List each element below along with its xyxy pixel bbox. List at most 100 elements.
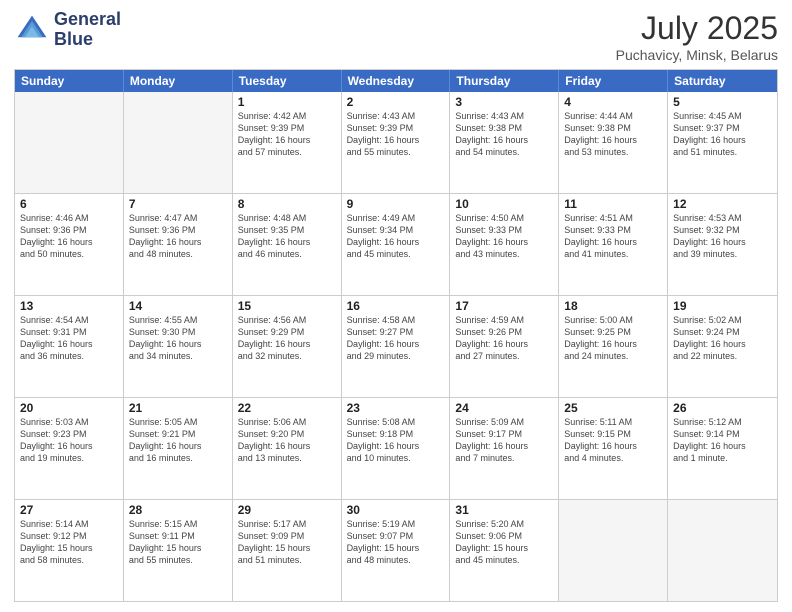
day-info: Sunrise: 4:58 AM Sunset: 9:27 PM Dayligh… <box>347 314 445 363</box>
day-cell-6: 6Sunrise: 4:46 AM Sunset: 9:36 PM Daylig… <box>15 194 124 295</box>
day-number: 11 <box>564 197 662 211</box>
logo: General Blue <box>14 10 121 50</box>
day-number: 26 <box>673 401 772 415</box>
day-info: Sunrise: 5:08 AM Sunset: 9:18 PM Dayligh… <box>347 416 445 465</box>
day-cell-25: 25Sunrise: 5:11 AM Sunset: 9:15 PM Dayli… <box>559 398 668 499</box>
calendar-row-4: 20Sunrise: 5:03 AM Sunset: 9:23 PM Dayli… <box>15 397 777 499</box>
day-cell-9: 9Sunrise: 4:49 AM Sunset: 9:34 PM Daylig… <box>342 194 451 295</box>
day-number: 15 <box>238 299 336 313</box>
day-info: Sunrise: 4:46 AM Sunset: 9:36 PM Dayligh… <box>20 212 118 261</box>
day-info: Sunrise: 5:17 AM Sunset: 9:09 PM Dayligh… <box>238 518 336 567</box>
empty-cell <box>15 92 124 193</box>
day-info: Sunrise: 5:12 AM Sunset: 9:14 PM Dayligh… <box>673 416 772 465</box>
day-cell-30: 30Sunrise: 5:19 AM Sunset: 9:07 PM Dayli… <box>342 500 451 601</box>
location: Puchavicy, Minsk, Belarus <box>616 47 778 63</box>
day-cell-4: 4Sunrise: 4:44 AM Sunset: 9:38 PM Daylig… <box>559 92 668 193</box>
day-cell-14: 14Sunrise: 4:55 AM Sunset: 9:30 PM Dayli… <box>124 296 233 397</box>
day-info: Sunrise: 4:54 AM Sunset: 9:31 PM Dayligh… <box>20 314 118 363</box>
day-info: Sunrise: 5:15 AM Sunset: 9:11 PM Dayligh… <box>129 518 227 567</box>
logo-line2: Blue <box>54 30 121 50</box>
day-number: 21 <box>129 401 227 415</box>
header-day-wednesday: Wednesday <box>342 70 451 92</box>
day-number: 17 <box>455 299 553 313</box>
header-day-friday: Friday <box>559 70 668 92</box>
header-day-monday: Monday <box>124 70 233 92</box>
day-number: 29 <box>238 503 336 517</box>
empty-cell <box>124 92 233 193</box>
day-cell-11: 11Sunrise: 4:51 AM Sunset: 9:33 PM Dayli… <box>559 194 668 295</box>
day-cell-28: 28Sunrise: 5:15 AM Sunset: 9:11 PM Dayli… <box>124 500 233 601</box>
day-cell-8: 8Sunrise: 4:48 AM Sunset: 9:35 PM Daylig… <box>233 194 342 295</box>
day-cell-1: 1Sunrise: 4:42 AM Sunset: 9:39 PM Daylig… <box>233 92 342 193</box>
day-number: 19 <box>673 299 772 313</box>
day-info: Sunrise: 4:51 AM Sunset: 9:33 PM Dayligh… <box>564 212 662 261</box>
day-number: 7 <box>129 197 227 211</box>
day-info: Sunrise: 4:43 AM Sunset: 9:38 PM Dayligh… <box>455 110 553 159</box>
day-info: Sunrise: 5:11 AM Sunset: 9:15 PM Dayligh… <box>564 416 662 465</box>
day-info: Sunrise: 4:42 AM Sunset: 9:39 PM Dayligh… <box>238 110 336 159</box>
day-number: 12 <box>673 197 772 211</box>
day-info: Sunrise: 5:20 AM Sunset: 9:06 PM Dayligh… <box>455 518 553 567</box>
day-cell-29: 29Sunrise: 5:17 AM Sunset: 9:09 PM Dayli… <box>233 500 342 601</box>
day-cell-2: 2Sunrise: 4:43 AM Sunset: 9:39 PM Daylig… <box>342 92 451 193</box>
day-cell-10: 10Sunrise: 4:50 AM Sunset: 9:33 PM Dayli… <box>450 194 559 295</box>
day-cell-15: 15Sunrise: 4:56 AM Sunset: 9:29 PM Dayli… <box>233 296 342 397</box>
calendar-body: 1Sunrise: 4:42 AM Sunset: 9:39 PM Daylig… <box>15 92 777 601</box>
day-cell-5: 5Sunrise: 4:45 AM Sunset: 9:37 PM Daylig… <box>668 92 777 193</box>
day-number: 1 <box>238 95 336 109</box>
day-info: Sunrise: 4:48 AM Sunset: 9:35 PM Dayligh… <box>238 212 336 261</box>
day-cell-13: 13Sunrise: 4:54 AM Sunset: 9:31 PM Dayli… <box>15 296 124 397</box>
day-cell-19: 19Sunrise: 5:02 AM Sunset: 9:24 PM Dayli… <box>668 296 777 397</box>
day-info: Sunrise: 4:50 AM Sunset: 9:33 PM Dayligh… <box>455 212 553 261</box>
day-cell-7: 7Sunrise: 4:47 AM Sunset: 9:36 PM Daylig… <box>124 194 233 295</box>
day-number: 24 <box>455 401 553 415</box>
day-cell-3: 3Sunrise: 4:43 AM Sunset: 9:38 PM Daylig… <box>450 92 559 193</box>
calendar-row-5: 27Sunrise: 5:14 AM Sunset: 9:12 PM Dayli… <box>15 499 777 601</box>
calendar: SundayMondayTuesdayWednesdayThursdayFrid… <box>14 69 778 602</box>
day-info: Sunrise: 5:19 AM Sunset: 9:07 PM Dayligh… <box>347 518 445 567</box>
day-cell-18: 18Sunrise: 5:00 AM Sunset: 9:25 PM Dayli… <box>559 296 668 397</box>
day-cell-16: 16Sunrise: 4:58 AM Sunset: 9:27 PM Dayli… <box>342 296 451 397</box>
day-cell-23: 23Sunrise: 5:08 AM Sunset: 9:18 PM Dayli… <box>342 398 451 499</box>
day-cell-31: 31Sunrise: 5:20 AM Sunset: 9:06 PM Dayli… <box>450 500 559 601</box>
calendar-header: SundayMondayTuesdayWednesdayThursdayFrid… <box>15 70 777 92</box>
day-info: Sunrise: 5:05 AM Sunset: 9:21 PM Dayligh… <box>129 416 227 465</box>
day-info: Sunrise: 4:53 AM Sunset: 9:32 PM Dayligh… <box>673 212 772 261</box>
day-cell-26: 26Sunrise: 5:12 AM Sunset: 9:14 PM Dayli… <box>668 398 777 499</box>
calendar-row-1: 1Sunrise: 4:42 AM Sunset: 9:39 PM Daylig… <box>15 92 777 193</box>
title-block: July 2025 Puchavicy, Minsk, Belarus <box>616 10 778 63</box>
logo-icon <box>14 12 50 48</box>
day-number: 2 <box>347 95 445 109</box>
day-number: 18 <box>564 299 662 313</box>
header: General Blue July 2025 Puchavicy, Minsk,… <box>14 10 778 63</box>
day-number: 27 <box>20 503 118 517</box>
day-number: 31 <box>455 503 553 517</box>
empty-cell <box>559 500 668 601</box>
day-number: 3 <box>455 95 553 109</box>
header-day-thursday: Thursday <box>450 70 559 92</box>
header-day-saturday: Saturday <box>668 70 777 92</box>
day-number: 5 <box>673 95 772 109</box>
day-number: 4 <box>564 95 662 109</box>
day-number: 20 <box>20 401 118 415</box>
page: General Blue July 2025 Puchavicy, Minsk,… <box>0 0 792 612</box>
day-info: Sunrise: 5:03 AM Sunset: 9:23 PM Dayligh… <box>20 416 118 465</box>
month-year: July 2025 <box>616 10 778 47</box>
logo-text: General Blue <box>54 10 121 50</box>
day-number: 9 <box>347 197 445 211</box>
calendar-row-2: 6Sunrise: 4:46 AM Sunset: 9:36 PM Daylig… <box>15 193 777 295</box>
day-number: 30 <box>347 503 445 517</box>
day-cell-12: 12Sunrise: 4:53 AM Sunset: 9:32 PM Dayli… <box>668 194 777 295</box>
day-number: 25 <box>564 401 662 415</box>
day-number: 6 <box>20 197 118 211</box>
day-number: 14 <box>129 299 227 313</box>
calendar-row-3: 13Sunrise: 4:54 AM Sunset: 9:31 PM Dayli… <box>15 295 777 397</box>
day-cell-22: 22Sunrise: 5:06 AM Sunset: 9:20 PM Dayli… <box>233 398 342 499</box>
day-info: Sunrise: 4:55 AM Sunset: 9:30 PM Dayligh… <box>129 314 227 363</box>
day-info: Sunrise: 5:06 AM Sunset: 9:20 PM Dayligh… <box>238 416 336 465</box>
day-cell-24: 24Sunrise: 5:09 AM Sunset: 9:17 PM Dayli… <box>450 398 559 499</box>
day-info: Sunrise: 4:45 AM Sunset: 9:37 PM Dayligh… <box>673 110 772 159</box>
header-day-sunday: Sunday <box>15 70 124 92</box>
day-info: Sunrise: 4:49 AM Sunset: 9:34 PM Dayligh… <box>347 212 445 261</box>
day-cell-27: 27Sunrise: 5:14 AM Sunset: 9:12 PM Dayli… <box>15 500 124 601</box>
